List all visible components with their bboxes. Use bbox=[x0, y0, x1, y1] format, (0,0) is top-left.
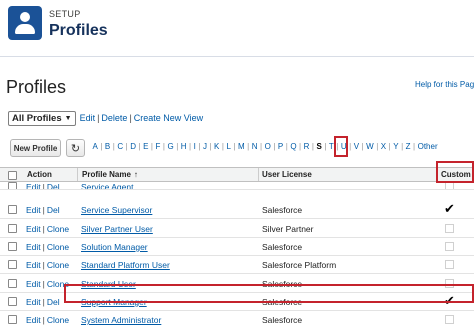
secondary-action-link[interactable]: Del bbox=[47, 205, 60, 215]
row-actions: Edit | Del bbox=[26, 296, 60, 307]
table-row: Edit | Del Service Supervisor Salesforce ✔ bbox=[0, 201, 474, 220]
letter-filter-p[interactable]: P bbox=[275, 142, 285, 151]
profile-name-link[interactable]: Service Supervisor bbox=[81, 205, 152, 215]
edit-view-link[interactable]: Edit bbox=[80, 113, 96, 123]
row-actions: Edit | Del bbox=[26, 205, 60, 216]
profile-name-link[interactable]: Solution Manager bbox=[81, 242, 148, 252]
custom-checkbox bbox=[445, 223, 454, 233]
secondary-action-link[interactable]: Clone bbox=[47, 315, 69, 325]
letter-filter-c[interactable]: C bbox=[115, 142, 126, 151]
letter-filter-f[interactable]: F bbox=[153, 142, 163, 151]
edit-link[interactable]: Edit bbox=[26, 260, 41, 270]
row-checkbox[interactable] bbox=[8, 278, 17, 288]
custom-checkbox bbox=[445, 260, 454, 270]
page-title: Profiles bbox=[6, 77, 67, 97]
letter-filter-a[interactable]: A bbox=[90, 142, 100, 151]
refresh-icon: ↻ bbox=[70, 142, 81, 155]
profile-name-link[interactable]: Service Agent bbox=[81, 182, 133, 189]
letter-filter-k[interactable]: K bbox=[212, 142, 222, 151]
letter-filter-j[interactable]: J bbox=[200, 142, 209, 151]
letter-filter-v[interactable]: V bbox=[351, 142, 361, 151]
custom-checkbox bbox=[445, 182, 454, 189]
row-checkbox[interactable] bbox=[8, 223, 17, 233]
letter-filter-w[interactable]: W bbox=[364, 142, 377, 151]
create-view-link[interactable]: Create New View bbox=[134, 113, 203, 123]
setup-header: SETUP Profiles bbox=[0, 0, 474, 57]
letter-filter-o[interactable]: O bbox=[262, 142, 273, 151]
letter-filter-m[interactable]: M bbox=[235, 142, 247, 151]
table-row: Edit | Clone Solution Manager Salesforce bbox=[0, 238, 474, 256]
new-profile-button[interactable]: New Profile bbox=[10, 139, 61, 157]
view-select-value: All Profiles bbox=[12, 112, 62, 124]
letter-filter-g[interactable]: G bbox=[165, 142, 176, 151]
table-row: Edit | Clone Silver Partner User Silver Part… bbox=[0, 220, 474, 238]
edit-link[interactable]: Edit bbox=[26, 279, 41, 289]
letter-filter-e[interactable]: E bbox=[141, 142, 151, 151]
row-actions: Edit | Clone bbox=[26, 223, 70, 234]
letter-filter-l[interactable]: L bbox=[224, 142, 233, 151]
support-manager-row-highlight bbox=[64, 284, 474, 303]
view-select[interactable]: All Profiles ▼ bbox=[8, 110, 76, 126]
secondary-action-link[interactable]: Del bbox=[47, 182, 60, 189]
letter-filter-h[interactable]: H bbox=[178, 142, 189, 151]
profile-name-link[interactable]: Silver Partner User bbox=[81, 224, 153, 234]
edit-link[interactable]: Edit bbox=[26, 205, 41, 215]
edit-link[interactable]: Edit bbox=[26, 242, 41, 252]
secondary-action-link[interactable]: Clone bbox=[47, 224, 69, 234]
row-checkbox[interactable] bbox=[8, 241, 17, 251]
row-checkbox[interactable] bbox=[8, 315, 17, 325]
row-actions: Edit | Del bbox=[26, 182, 60, 190]
letter-filter-n[interactable]: N bbox=[249, 142, 260, 151]
table-row: Edit | Clone System Administrator Salesforce bbox=[0, 311, 474, 325]
letter-highlight-box bbox=[334, 136, 348, 157]
user-license: Salesforce bbox=[262, 205, 303, 216]
table-row: Edit | Del Service Agent bbox=[0, 178, 474, 190]
row-checkbox[interactable] bbox=[8, 182, 17, 189]
custom-checkbox bbox=[445, 241, 454, 251]
row-actions: Edit | Clone bbox=[26, 278, 70, 289]
letter-filter-x[interactable]: X bbox=[378, 142, 388, 151]
alphabet-filter: A | B | C | D | E | F | G | H | I | J | K | L | M | N | O | P | Q | R | S | T |… bbox=[90, 140, 440, 152]
letter-filter-b[interactable]: B bbox=[102, 142, 112, 151]
user-license: Salesforce Platform bbox=[262, 260, 337, 271]
row-checkbox[interactable] bbox=[8, 205, 17, 215]
header-title: Profiles bbox=[49, 22, 108, 39]
letter-filter-q[interactable]: Q bbox=[288, 142, 299, 151]
edit-link[interactable]: Edit bbox=[26, 224, 41, 234]
edit-link[interactable]: Edit bbox=[26, 315, 41, 325]
letter-filter-other[interactable]: Other bbox=[415, 142, 440, 151]
setup-label: SETUP bbox=[49, 9, 81, 19]
custom-column-highlight bbox=[436, 161, 474, 183]
letter-filter-s[interactable]: S bbox=[314, 142, 324, 151]
edit-link[interactable]: Edit bbox=[26, 182, 41, 189]
help-link[interactable]: Help for this Page bbox=[415, 80, 474, 89]
secondary-action-link[interactable]: Del bbox=[47, 297, 60, 307]
letter-filter-d[interactable]: D bbox=[128, 142, 139, 151]
letter-filter-y[interactable]: Y bbox=[391, 142, 401, 151]
profile-name-link[interactable]: Standard Platform User bbox=[81, 260, 170, 270]
edit-link[interactable]: Edit bbox=[26, 297, 41, 307]
refresh-button[interactable]: ↻ bbox=[66, 139, 85, 157]
user-license: Salesforce bbox=[262, 241, 303, 252]
checkmark-icon: ✔ bbox=[444, 201, 455, 217]
chevron-down-icon: ▼ bbox=[64, 114, 72, 122]
row-actions: Edit | Clone bbox=[26, 241, 70, 252]
delete-view-link[interactable]: Delete bbox=[101, 113, 127, 123]
secondary-action-link[interactable]: Clone bbox=[47, 260, 69, 270]
user-license: Salesforce bbox=[262, 315, 303, 325]
row-checkbox[interactable] bbox=[8, 296, 17, 306]
view-selector-row: All Profiles ▼ Edit | Delete | Create New Vi… bbox=[8, 110, 203, 126]
row-actions: Edit | Clone bbox=[26, 260, 70, 271]
custom-checkbox bbox=[445, 315, 454, 325]
letter-filter-z[interactable]: Z bbox=[403, 142, 413, 151]
row-actions: Edit | Clone bbox=[26, 315, 70, 325]
table-row: Edit | Clone Standard Platform User Salesfor… bbox=[0, 256, 474, 275]
letter-filter-r[interactable]: R bbox=[301, 142, 312, 151]
user-license: Silver Partner bbox=[262, 223, 314, 234]
profile-name-link[interactable]: System Administrator bbox=[81, 315, 161, 325]
letter-filter-i[interactable]: I bbox=[191, 142, 198, 151]
row-checkbox[interactable] bbox=[8, 260, 17, 270]
setup-user-icon bbox=[8, 6, 42, 40]
secondary-action-link[interactable]: Clone bbox=[47, 242, 69, 252]
